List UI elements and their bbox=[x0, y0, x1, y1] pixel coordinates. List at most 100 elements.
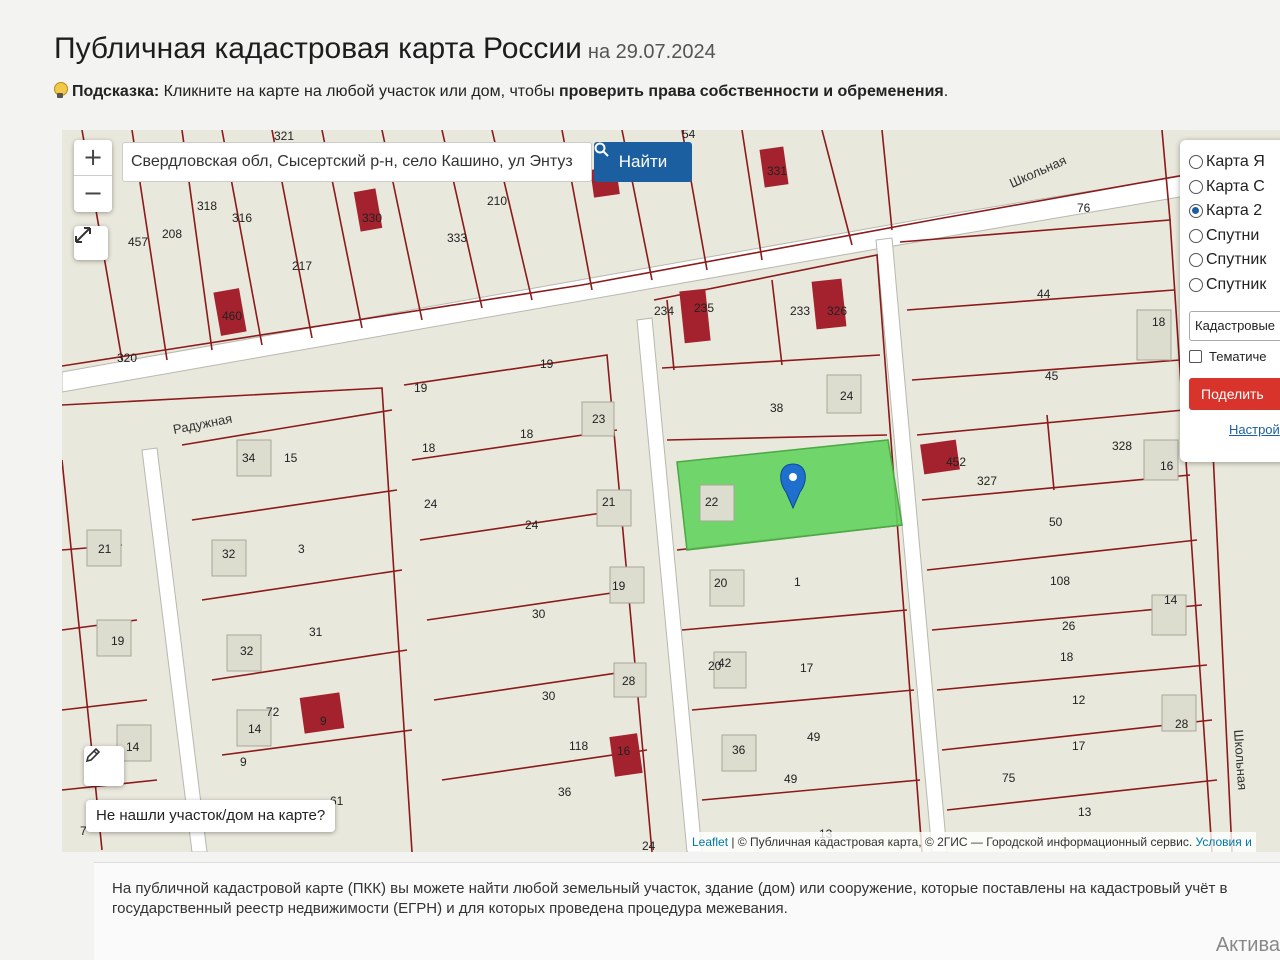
parcel-number-label: 36 bbox=[732, 743, 746, 757]
parcel-number-label: 54 bbox=[682, 130, 696, 141]
parcel-number-label: 32 bbox=[222, 547, 236, 561]
parcel-number-label: 34 bbox=[242, 451, 256, 465]
parcel-number-label: 24 bbox=[525, 518, 539, 532]
not-found-button[interactable]: Не нашли участок/дом на карте? bbox=[86, 800, 336, 832]
parcel-number-label: 14 bbox=[248, 722, 262, 736]
parcel-number-label: 235 bbox=[694, 301, 714, 315]
parcel-number-label: 22 bbox=[705, 495, 719, 509]
cadastral-map[interactable]: Радужная Школьная Школьная 321 54 457 208 31… bbox=[62, 130, 1280, 852]
parcel-number-label: 32 bbox=[240, 644, 254, 658]
parcel-number-label: 118 bbox=[569, 739, 588, 753]
checkbox[interactable] bbox=[1189, 350, 1202, 363]
parcel-number-label: 36 bbox=[558, 785, 572, 799]
parcel-number-label: 31 bbox=[309, 625, 323, 639]
parcel-number-label: 452 bbox=[946, 455, 966, 469]
parcel-number-label: 19 bbox=[414, 381, 428, 395]
parcel-number-label: 30 bbox=[542, 689, 556, 703]
parcel-number-label: 330 bbox=[362, 211, 382, 225]
map-canvas[interactable]: Радужная Школьная Школьная 321 5445720831… bbox=[62, 130, 1280, 852]
os-activation-watermark: Актива bbox=[1215, 934, 1280, 956]
radio-icon[interactable] bbox=[1189, 277, 1203, 292]
parcel-number-label: 318 bbox=[197, 199, 217, 213]
parcel-number-label: 15 bbox=[284, 451, 298, 465]
layer-option[interactable]: Спутник bbox=[1189, 248, 1280, 273]
radio-icon[interactable] bbox=[1189, 253, 1203, 268]
hint-text: Кликните на карте на любой участок или д… bbox=[163, 83, 555, 100]
parcel-number-label: 49 bbox=[784, 772, 798, 786]
parcel-number-label: 316 bbox=[232, 211, 252, 225]
parcel-number-label: 3 bbox=[298, 542, 305, 556]
parcel-number-label: 460 bbox=[222, 309, 242, 323]
address-search-input[interactable]: Свердловская обл, Сысертский р-н, село К… bbox=[122, 142, 592, 182]
search-icon bbox=[594, 142, 609, 157]
radio-selected-icon[interactable] bbox=[1189, 204, 1203, 219]
layer-panel: Карта Я Карта С Карта 2 Спутни Спутник С… bbox=[1180, 140, 1280, 462]
lightbulb-icon bbox=[54, 82, 68, 98]
parcel-number-label: 28 bbox=[1175, 717, 1189, 731]
parcel-number-label: 26 bbox=[1062, 619, 1076, 633]
parcel-number-label: 328 bbox=[1112, 439, 1132, 453]
expand-icon bbox=[75, 227, 91, 243]
settings-link[interactable]: Настрой bbox=[1189, 422, 1280, 437]
parcel-number-label: 45 bbox=[1045, 369, 1059, 383]
parcel-number-label: 234 bbox=[654, 304, 674, 318]
edit-button[interactable] bbox=[84, 746, 124, 786]
parcel-number-label: 21 bbox=[98, 542, 112, 556]
parcel-number-label: 457 bbox=[128, 235, 148, 249]
terms-link[interactable]: Условия и bbox=[1196, 835, 1252, 849]
radio-icon[interactable] bbox=[1189, 228, 1203, 243]
parcel-number-label: 19 bbox=[612, 579, 626, 593]
parcel-number-label: 9 bbox=[320, 714, 327, 728]
parcel-number-label: 18 bbox=[422, 441, 436, 455]
parcel-number-label: 76 bbox=[1077, 201, 1091, 215]
search-button[interactable]: Найти bbox=[594, 142, 692, 182]
zoom-control: + − bbox=[74, 140, 112, 212]
parcel-number-label: 75 bbox=[1002, 771, 1016, 785]
parcel-number-label: 17 bbox=[1072, 739, 1086, 753]
parcel-number-label: 327 bbox=[977, 474, 997, 488]
hint-line: Подсказка: Кликните на карте на любой уч… bbox=[54, 82, 948, 101]
parcel-number-label: 20 bbox=[714, 576, 728, 590]
parcel-number-label: 14 bbox=[1164, 593, 1178, 607]
layer-option[interactable]: Карта С bbox=[1189, 175, 1280, 200]
layer-option[interactable]: Карта 2 bbox=[1189, 199, 1280, 224]
layer-option[interactable]: Спутни bbox=[1189, 224, 1280, 249]
parcel-number-label: 333 bbox=[447, 231, 467, 245]
info-text: На публичной кадастровой карте (ПКК) вы … bbox=[112, 880, 1228, 917]
pencil-icon bbox=[85, 747, 101, 763]
parcel-number-label: 38 bbox=[770, 401, 784, 415]
parcel-number-label: 24 bbox=[424, 497, 438, 511]
parcel-number-label: 19 bbox=[540, 357, 554, 371]
leaflet-link[interactable]: Leaflet bbox=[692, 835, 728, 849]
zoom-out-button[interactable]: − bbox=[74, 176, 112, 212]
parcel-number-label: 217 bbox=[292, 259, 312, 273]
parcel-number-label: 326 bbox=[827, 304, 847, 318]
info-panel: На публичной кадастровой карте (ПКК) вы … bbox=[94, 862, 1280, 960]
layer-option[interactable]: Спутник bbox=[1189, 273, 1280, 298]
fullscreen-button[interactable] bbox=[74, 226, 108, 260]
parcel-number-label: 28 bbox=[622, 674, 636, 688]
share-button[interactable]: Поделить bbox=[1189, 378, 1280, 410]
parcel-number-label: 12 bbox=[1072, 693, 1086, 707]
layer-type-select[interactable]: Кадастровые bbox=[1189, 311, 1280, 341]
parcel-number-label: 320 bbox=[117, 351, 137, 365]
parcel-number-label: 18 bbox=[1152, 315, 1166, 329]
parcel-number-label: 108 bbox=[1050, 574, 1070, 588]
hint-end: . bbox=[943, 83, 949, 100]
zoom-in-button[interactable]: + bbox=[74, 140, 112, 176]
page-date: на 29.07.2024 bbox=[587, 41, 716, 63]
parcel-number-label: 23 bbox=[592, 412, 606, 426]
layer-option[interactable]: Карта Я bbox=[1189, 150, 1280, 175]
parcel-number-label: 13 bbox=[1078, 805, 1092, 819]
hint-label: Подсказка: bbox=[72, 83, 160, 100]
parcel-number-label: 19 bbox=[111, 634, 125, 648]
parcel-number-label: 233 bbox=[790, 304, 810, 318]
parcel-number-label: 24 bbox=[642, 839, 656, 852]
thematic-checkbox-row[interactable]: Тематиче bbox=[1189, 349, 1280, 364]
radio-icon[interactable] bbox=[1189, 179, 1203, 194]
parcel-number-label: 16 bbox=[1160, 459, 1174, 473]
radio-icon[interactable] bbox=[1189, 155, 1203, 170]
parcel-number-label: 44 bbox=[1037, 287, 1051, 301]
search-button-label: Найти bbox=[618, 152, 668, 171]
parcel-number-label: 14 bbox=[126, 740, 140, 754]
